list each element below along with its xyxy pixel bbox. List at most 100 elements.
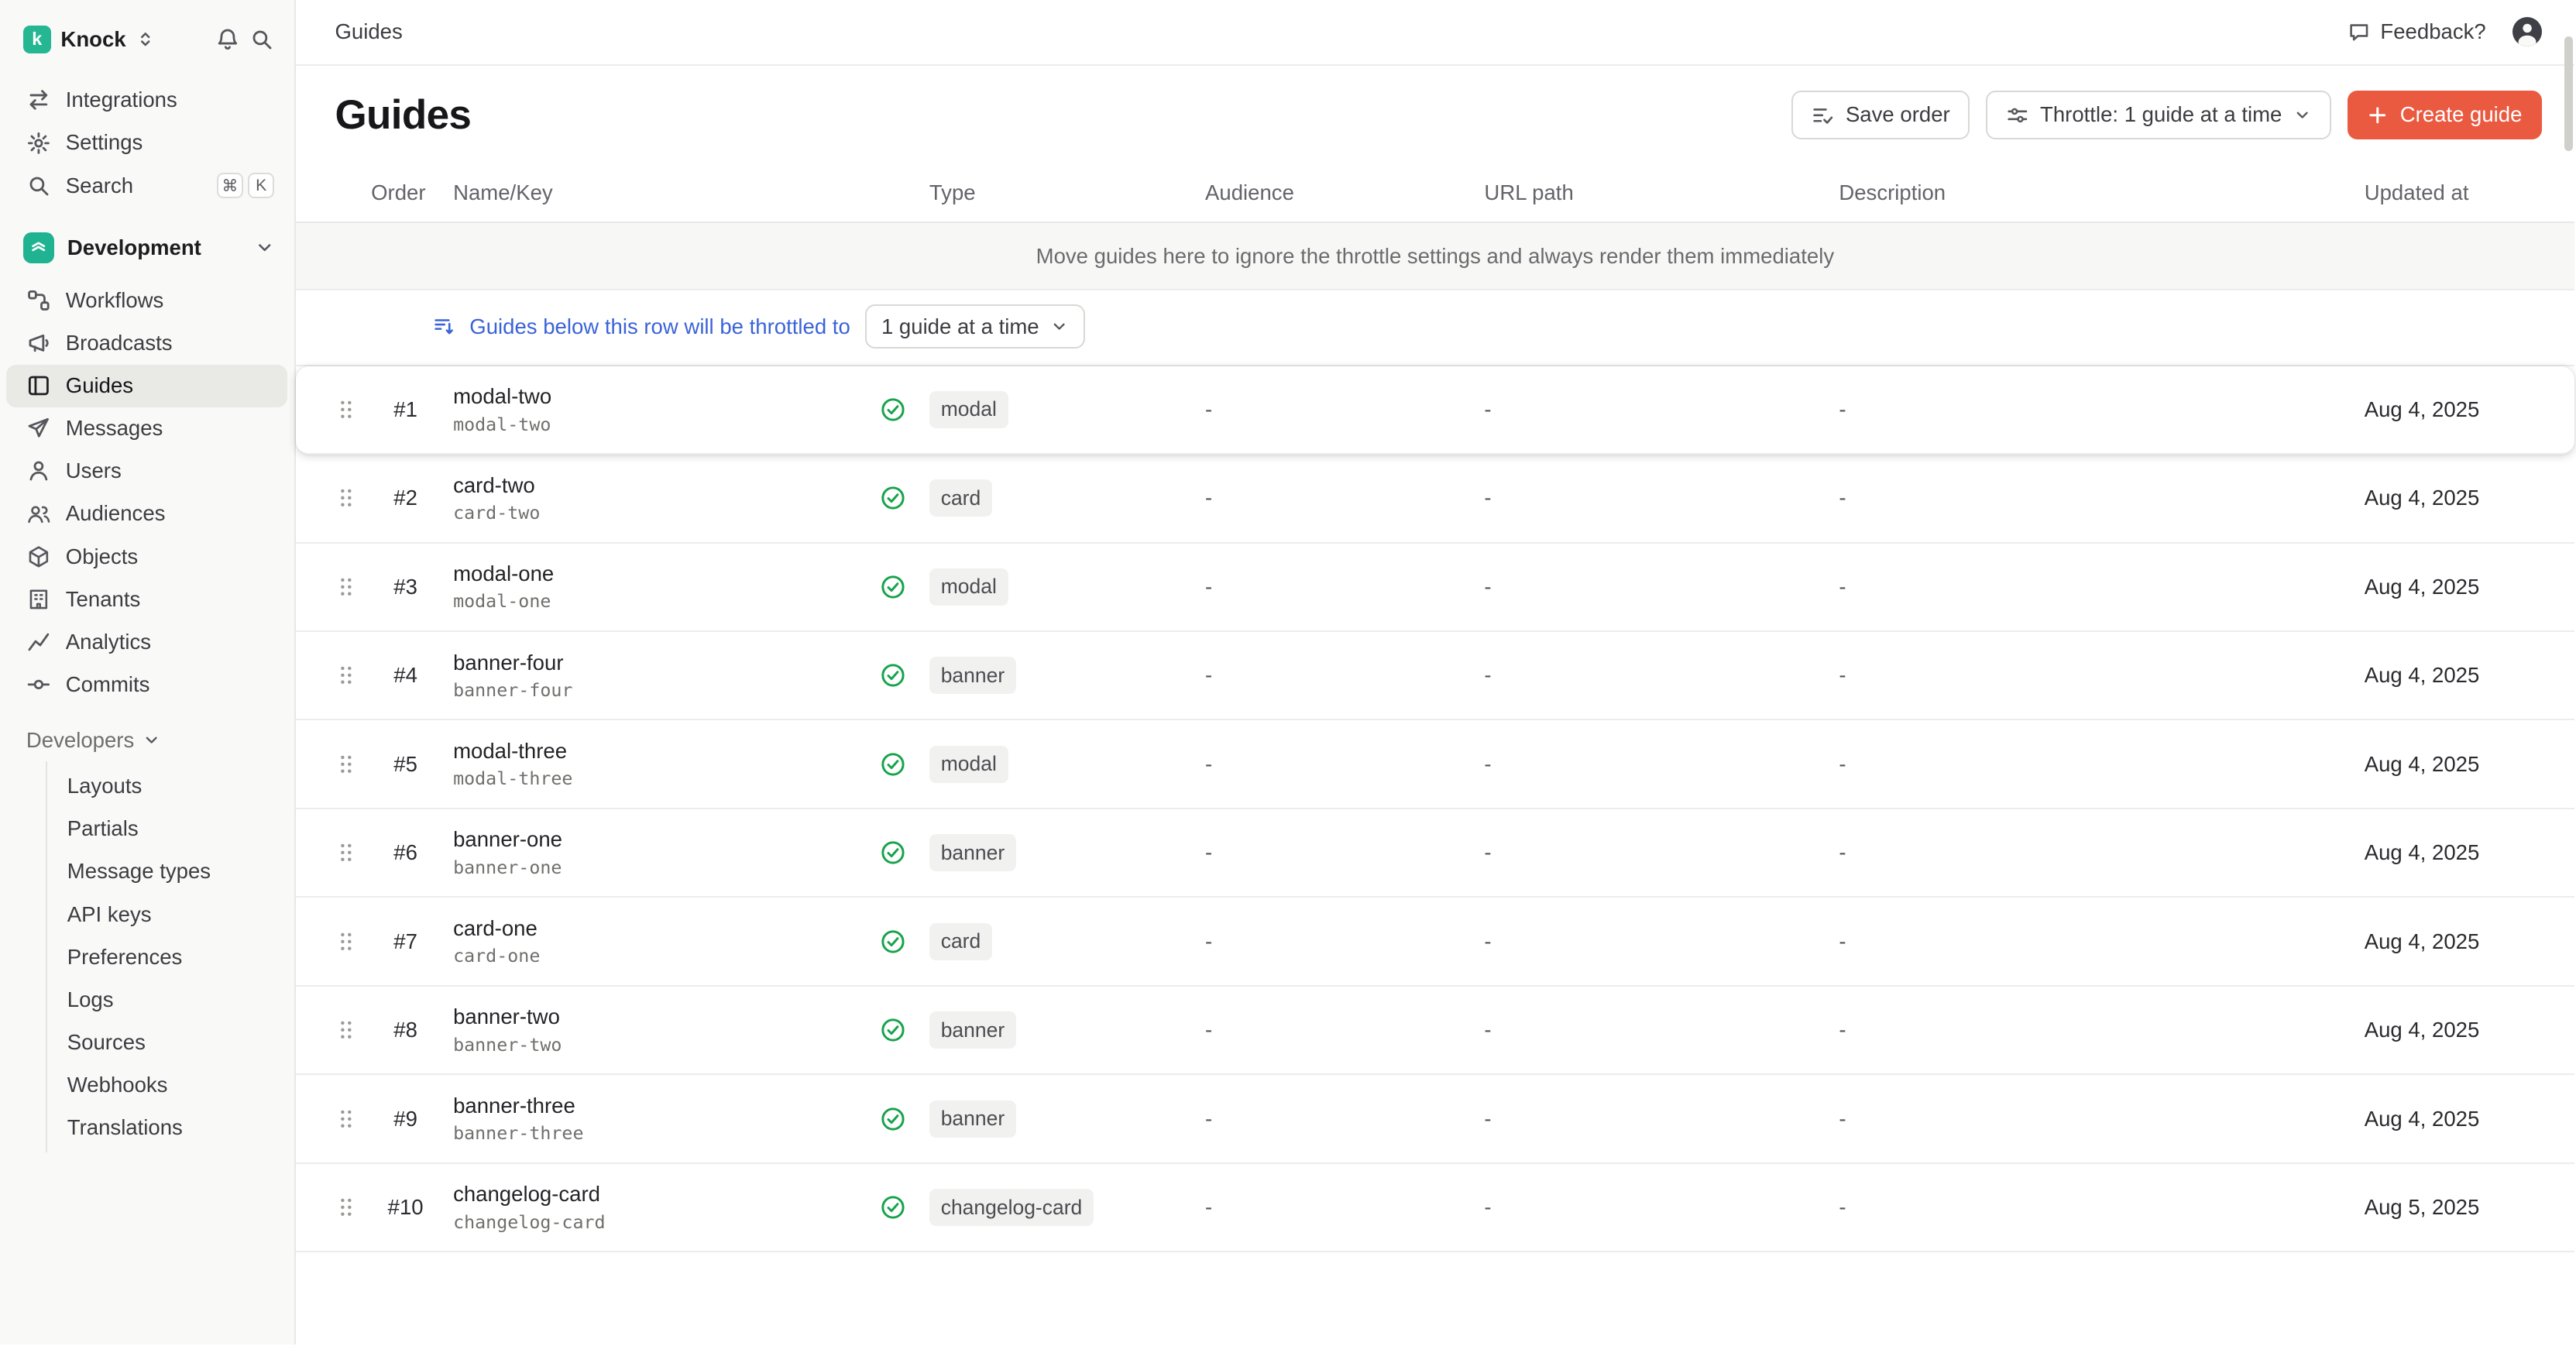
table-row[interactable]: #10 changelog-card changelog-card change… [296,1164,2575,1252]
description-value: - [1839,575,2364,599]
column-header-url-path: URL path [1484,180,1839,205]
description-value: - [1839,663,2364,688]
table-row[interactable]: #6 banner-one banner-one banner - - - Au… [296,809,2575,898]
create-guide-button[interactable]: Create guide [2348,91,2542,140]
type-badge: modal [929,568,1008,606]
drag-handle-icon[interactable] [335,486,371,510]
sidebar-item-workflows[interactable]: Workflows [6,279,287,321]
sidebar-item-guides[interactable]: Guides [6,365,287,407]
environment-switcher[interactable]: Development [6,223,287,273]
sidebar-item-users[interactable]: Users [6,450,287,493]
sidebar-item-objects[interactable]: Objects [6,535,287,578]
throttle-divider-link[interactable]: Guides below this row will be throttled … [469,314,850,339]
developers-nav-item[interactable]: Message types [47,850,294,893]
drag-handle-icon[interactable] [335,575,371,599]
table-row[interactable]: #4 banner-four banner-four banner - - - … [296,632,2575,720]
developers-item-label: Preferences [67,945,183,970]
feedback-label: Feedback? [2380,19,2485,44]
audience-value: - [1205,1107,1484,1131]
updated-at-value: Aug 5, 2025 [2365,1195,2536,1220]
throttle-button-label: Throttle: 1 guide at a time [2040,102,2282,127]
save-order-label: Save order [1846,102,1950,127]
guide-order: #7 [371,929,440,954]
guide-name[interactable]: card-two [453,473,880,498]
table-row[interactable]: #9 banner-three banner-three banner - - … [296,1075,2575,1163]
guide-name[interactable]: banner-two [453,1004,880,1029]
updated-at-value: Aug 4, 2025 [2365,486,2536,510]
developers-nav: Layouts Partials Message types API keys … [46,761,294,1152]
developers-nav-item[interactable]: API keys [47,893,294,936]
chevron-updown-icon [136,29,155,49]
chevron-down-icon [255,238,274,257]
developers-nav-item[interactable]: Preferences [47,936,294,978]
guide-name[interactable]: card-one [453,916,880,941]
url-path-value: - [1484,1018,1839,1042]
sidebar-item-analytics[interactable]: Analytics [6,620,287,663]
drag-handle-icon[interactable] [335,930,371,953]
sidebar-item-label: Users [66,458,274,483]
table-row[interactable]: #2 card-two card-two card - - - Aug 4, 2… [296,455,2575,543]
sidebar-item-broadcasts[interactable]: Broadcasts [6,321,287,364]
sidebar-item-messages[interactable]: Messages [6,407,287,450]
app-window: k Knock Integrations [0,0,2574,1344]
feedback-button[interactable]: Feedback? [2348,19,2486,44]
sidebar-item-tenants[interactable]: Tenants [6,578,287,620]
column-header-order: Order [371,180,440,205]
guide-name[interactable]: banner-four [453,651,880,675]
developers-nav-item[interactable]: Logs [47,978,294,1021]
url-path-value: - [1484,840,1839,865]
guide-name[interactable]: changelog-card [453,1182,880,1207]
audience-value: - [1205,486,1484,510]
throttle-dropdown-button[interactable]: Throttle: 1 guide at a time [1986,91,2331,140]
guide-name[interactable]: banner-one [453,827,880,852]
sidebar-env-nav: Workflows Broadcasts Guides Messages [0,279,294,706]
bell-icon[interactable] [215,27,240,52]
drag-handle-icon[interactable] [335,1196,371,1219]
save-order-button[interactable]: Save order [1791,91,1970,140]
guide-name[interactable]: banner-three [453,1094,880,1118]
developers-nav-item[interactable]: Translations [47,1107,294,1149]
table-row[interactable]: #3 modal-one modal-one modal - - - Aug 4… [296,544,2575,632]
table-row[interactable]: #7 card-one card-one card - - - Aug 4, 2… [296,898,2575,986]
workspace-switcher[interactable]: k Knock [0,13,294,66]
table-row[interactable]: #1 modal-two modal-two modal - - - Aug 4… [296,366,2575,455]
search-icon[interactable] [249,27,274,52]
guide-name[interactable]: modal-one [453,561,880,586]
drag-handle-icon[interactable] [335,1107,371,1131]
sidebar-item-commits[interactable]: Commits [6,663,287,706]
chevron-down-icon [143,731,160,749]
sidebar-item-settings[interactable]: Settings [6,122,287,164]
updated-at-value: Aug 4, 2025 [2365,575,2536,599]
status-check-icon [880,1017,929,1043]
drag-handle-icon[interactable] [335,841,371,864]
drag-handle-icon[interactable] [335,753,371,776]
table-row[interactable]: #8 banner-two banner-two banner - - - Au… [296,987,2575,1075]
drag-handle-icon[interactable] [335,398,371,421]
guide-name[interactable]: modal-two [453,384,880,409]
status-check-icon [880,1194,929,1221]
developers-item-label: Partials [67,816,139,841]
developers-nav-item[interactable]: Partials [47,808,294,850]
guide-name[interactable]: modal-three [453,739,880,764]
scrollbar-thumb[interactable] [2564,36,2573,151]
sidebar-item-integrations[interactable]: Integrations [6,79,287,122]
sidebar-item-audiences[interactable]: Audiences [6,493,287,535]
unthrottled-dropzone[interactable]: Move guides here to ignore the throttle … [296,223,2575,290]
analytics-icon [26,630,51,654]
drag-handle-icon[interactable] [335,1018,371,1042]
developers-section-toggle[interactable]: Developers [0,719,294,761]
drag-handle-icon[interactable] [335,664,371,687]
audience-value: - [1205,929,1484,954]
table-row[interactable]: #5 modal-three modal-three modal - - - A… [296,720,2575,809]
developers-nav-item[interactable]: Webhooks [47,1063,294,1106]
throttle-divider-dropdown[interactable]: 1 guide at a time [865,304,1085,349]
user-avatar[interactable] [2512,17,2542,46]
breadcrumb[interactable]: Guides [335,19,402,44]
developers-nav-item[interactable]: Layouts [47,765,294,808]
sidebar-item-search[interactable]: Search ⌘ K [6,164,287,207]
main-content: Guides Feedback? Guides Save order [296,0,2575,1344]
developers-nav-item[interactable]: Sources [47,1021,294,1063]
knock-logo: k [23,26,51,53]
sidebar-item-label: Analytics [66,630,274,654]
sidebar: k Knock Integrations [0,0,296,1344]
